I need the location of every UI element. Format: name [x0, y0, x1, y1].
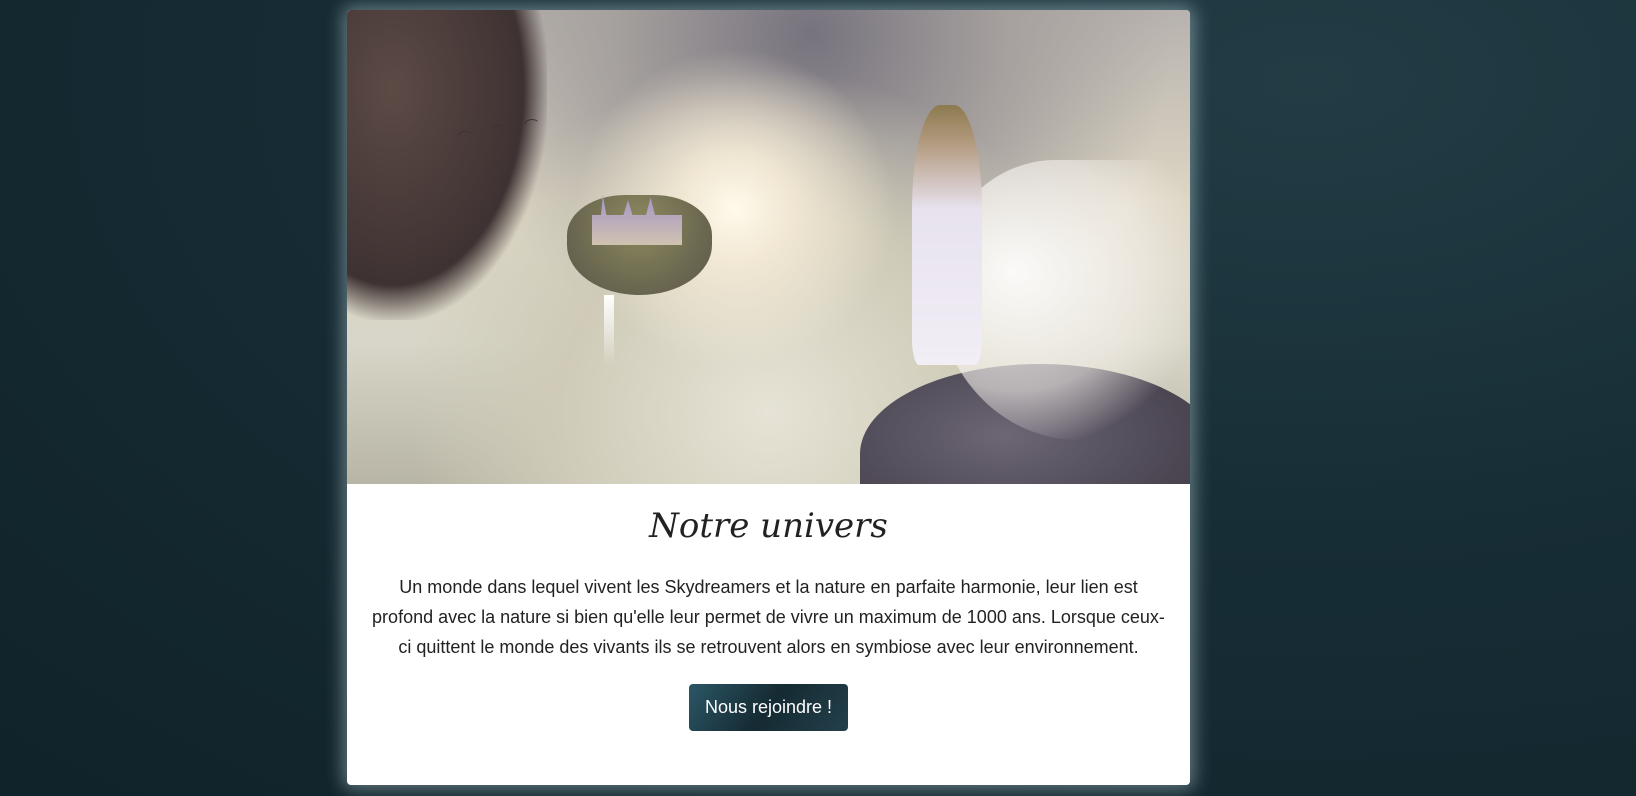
waterfall-shape: [604, 295, 614, 365]
floating-island-shape: [567, 195, 712, 295]
woman-figure-shape: [912, 105, 982, 365]
universe-card: ⌒⌒⌒ Notre univers Un monde dans lequel v…: [347, 10, 1190, 785]
section-description: Un monde dans lequel vivent les Skydream…: [372, 577, 1165, 657]
hero-image: ⌒⌒⌒: [347, 10, 1190, 484]
section-title: Notre univers: [649, 506, 888, 546]
join-button[interactable]: Nous rejoindre !: [688, 684, 849, 731]
cliff-shape: [347, 10, 547, 320]
card-content: Notre univers Un monde dans lequel viven…: [347, 506, 1190, 731]
